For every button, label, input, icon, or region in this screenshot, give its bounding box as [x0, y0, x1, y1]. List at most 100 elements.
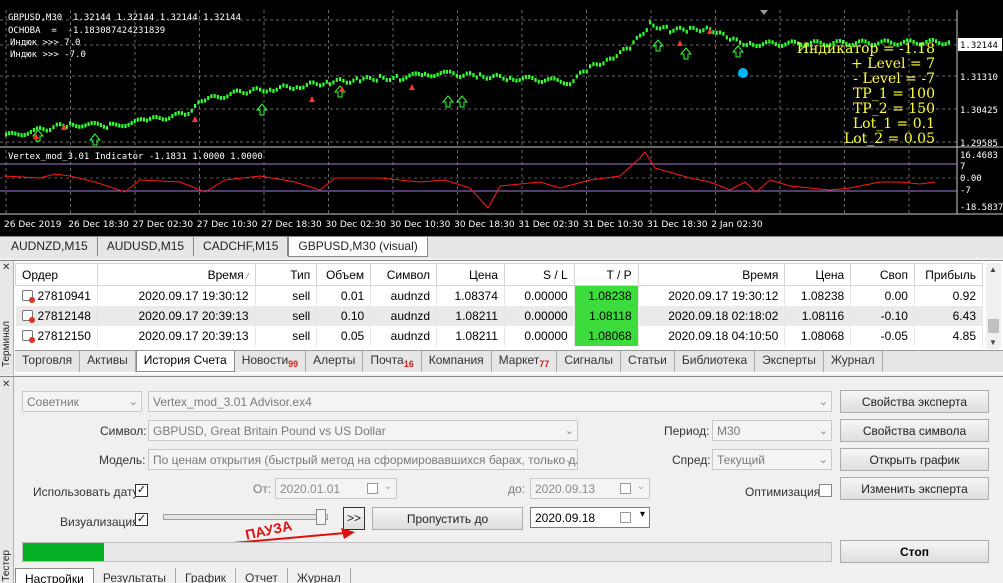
tab-news[interactable]: Новости99: [235, 351, 307, 372]
strategy-tester-panel: ✕ Тестер Советник ⌄ Vertex_mod_3.01 Advis…: [0, 376, 1003, 583]
table-row[interactable]: 27810941 2020.09.17 19:30:12 sell 0.01 a…: [15, 285, 984, 306]
spread-select[interactable]: Текущий ⌄: [712, 449, 832, 470]
col-symbol[interactable]: Символ: [370, 263, 438, 286]
candle: [145, 118, 149, 123]
tab-alerts[interactable]: Алерты: [306, 351, 364, 372]
tab-mailbox[interactable]: Почта16: [363, 351, 422, 372]
tab-report[interactable]: Отчет: [236, 568, 288, 583]
tab-label: Новости: [241, 353, 289, 367]
tab-settings[interactable]: Настройки: [15, 568, 94, 583]
calendar-icon[interactable]: [620, 512, 631, 523]
indicator-tick-label: -7: [960, 186, 971, 196]
expert-properties-button[interactable]: Свойства эксперта: [840, 390, 989, 413]
candle: [442, 69, 445, 74]
candle: [369, 75, 372, 80]
candle: [430, 74, 433, 79]
chart-tab-audnzd[interactable]: AUDNZD,M15: [2, 237, 98, 256]
symbol-select[interactable]: GBPUSD, Great Britain Pound vs US Dollar…: [148, 420, 578, 441]
candle: [572, 79, 575, 84]
tab-signals[interactable]: Сигналы: [557, 351, 621, 372]
indicator-panel: Индикатор = -1.18 + Level = 7 - Level = …: [797, 42, 935, 147]
chart-tab-audusd[interactable]: AUDUSD,M15: [98, 237, 195, 256]
chevron-down-icon: ⌄: [564, 425, 574, 437]
col-volume[interactable]: Объем: [316, 263, 372, 286]
candle: [689, 25, 692, 30]
skip-to-button[interactable]: Пропустить до: [372, 507, 523, 530]
tab-assets[interactable]: Активы: [80, 351, 136, 372]
speed-slider-thumb[interactable]: [316, 509, 326, 525]
candle: [502, 76, 505, 81]
candle: [609, 56, 612, 61]
period-select[interactable]: M30 ⌄: [712, 420, 832, 441]
col-type[interactable]: Тип: [254, 263, 318, 286]
tab-trade[interactable]: Торговля: [15, 351, 81, 372]
col-swap[interactable]: Своп: [850, 263, 915, 286]
col-close-price[interactable]: Цена: [784, 263, 852, 286]
candle: [149, 116, 152, 121]
tab-tester-journal[interactable]: Журнал: [288, 568, 351, 583]
chart-tab-cadchf[interactable]: CADCHF,M15: [194, 237, 289, 256]
table-row[interactable]: 27812150 2020.09.17 20:39:13 sell 0.05 a…: [15, 325, 984, 346]
modify-expert-button[interactable]: Изменить эксперта: [840, 477, 989, 500]
model-select[interactable]: По ценам открытия (быстрый метод на сфор…: [148, 449, 578, 470]
stop-button[interactable]: Стоп: [840, 540, 989, 563]
price-chart[interactable]: 1.32144 1.31310 1.30425 1.29585 16.4683 7 0.00…: [0, 0, 1003, 236]
candle: [69, 121, 72, 126]
price-tick-label: 1.32144: [960, 41, 998, 51]
tab-market[interactable]: Маркет77: [492, 351, 558, 372]
order-id-value: 27810941: [37, 288, 91, 303]
tab-company[interactable]: Компания: [422, 351, 492, 372]
chart-tabs: AUDNZD,M15 AUDUSD,M15 CADCHF,M15 GBPUSD,…: [0, 236, 1003, 258]
symbol-properties-button[interactable]: Свойства символа: [840, 419, 989, 442]
tab-articles[interactable]: Статьи: [621, 351, 675, 372]
chart-tab-gbpusd-visual[interactable]: GBPUSD,M30 (visual): [288, 237, 428, 257]
tab-code-base[interactable]: Библиотека: [675, 351, 756, 372]
buy-arrow-icon: [679, 47, 693, 60]
candle: [269, 87, 272, 92]
col-price[interactable]: Цена: [436, 263, 505, 286]
model-label: Модель:: [99, 453, 146, 467]
tab-graph[interactable]: График: [176, 568, 237, 583]
tab-journal[interactable]: Журнал: [824, 351, 883, 372]
indicator-level-plus: + Level = 7: [851, 56, 935, 72]
test-progress-fill: [23, 543, 104, 561]
col-sl[interactable]: S / L: [503, 263, 575, 286]
visualization-checkbox[interactable]: ✓: [135, 513, 148, 526]
type-select[interactable]: Советник ⌄: [22, 391, 142, 412]
col-close-time[interactable]: Время: [637, 263, 786, 286]
skip-to-date-input[interactable]: 2020.09.18 ▾: [530, 507, 650, 528]
optimization-checkbox[interactable]: [819, 484, 832, 497]
candle: [121, 124, 124, 129]
tab-results[interactable]: Результаты: [94, 568, 177, 583]
candle: [197, 100, 200, 105]
col-order[interactable]: Ордер: [15, 263, 98, 286]
orders-scrollbar[interactable]: ▲ ▼: [986, 263, 1001, 349]
open-chart-button[interactable]: Открыть график: [840, 448, 989, 471]
order-symbol: audnzd: [370, 285, 438, 306]
scroll-up-icon[interactable]: ▲: [989, 265, 997, 274]
to-date-input[interactable]: 2020.09.13 ⌄: [530, 478, 650, 499]
col-tp[interactable]: T / P: [573, 263, 639, 286]
candle: [635, 35, 638, 40]
terminal-close-icon[interactable]: ✕: [2, 262, 10, 273]
candle: [133, 119, 136, 124]
from-date-input[interactable]: 2020.01.01 ⌄: [275, 478, 397, 499]
scroll-down-icon[interactable]: ▼: [989, 338, 997, 347]
tab-experts[interactable]: Эксперты: [755, 351, 824, 372]
calendar-icon[interactable]: [620, 483, 631, 494]
scroll-thumb[interactable]: [988, 319, 999, 333]
candle: [619, 50, 622, 55]
orders-header-row: Ордер Время ∕ Тип Объем Символ Цена S / …: [15, 263, 984, 286]
candle: [947, 40, 950, 45]
col-open-time[interactable]: Время ∕: [96, 263, 256, 286]
expert-select[interactable]: Vertex_mod_3.01 Advisor.ex4 ⌄: [148, 391, 832, 412]
tab-account-history[interactable]: История Счета: [135, 351, 235, 372]
use-date-checkbox[interactable]: ✓: [135, 484, 148, 497]
table-row[interactable]: 27812148 2020.09.17 20:39:13 sell 0.10 a…: [15, 305, 984, 326]
speed-slider-track[interactable]: [163, 514, 328, 520]
tester-close-icon[interactable]: ✕: [2, 379, 10, 390]
candle: [78, 124, 81, 129]
calendar-icon[interactable]: [367, 483, 378, 494]
col-profit[interactable]: Прибыль: [913, 263, 984, 286]
candle: [417, 71, 420, 76]
